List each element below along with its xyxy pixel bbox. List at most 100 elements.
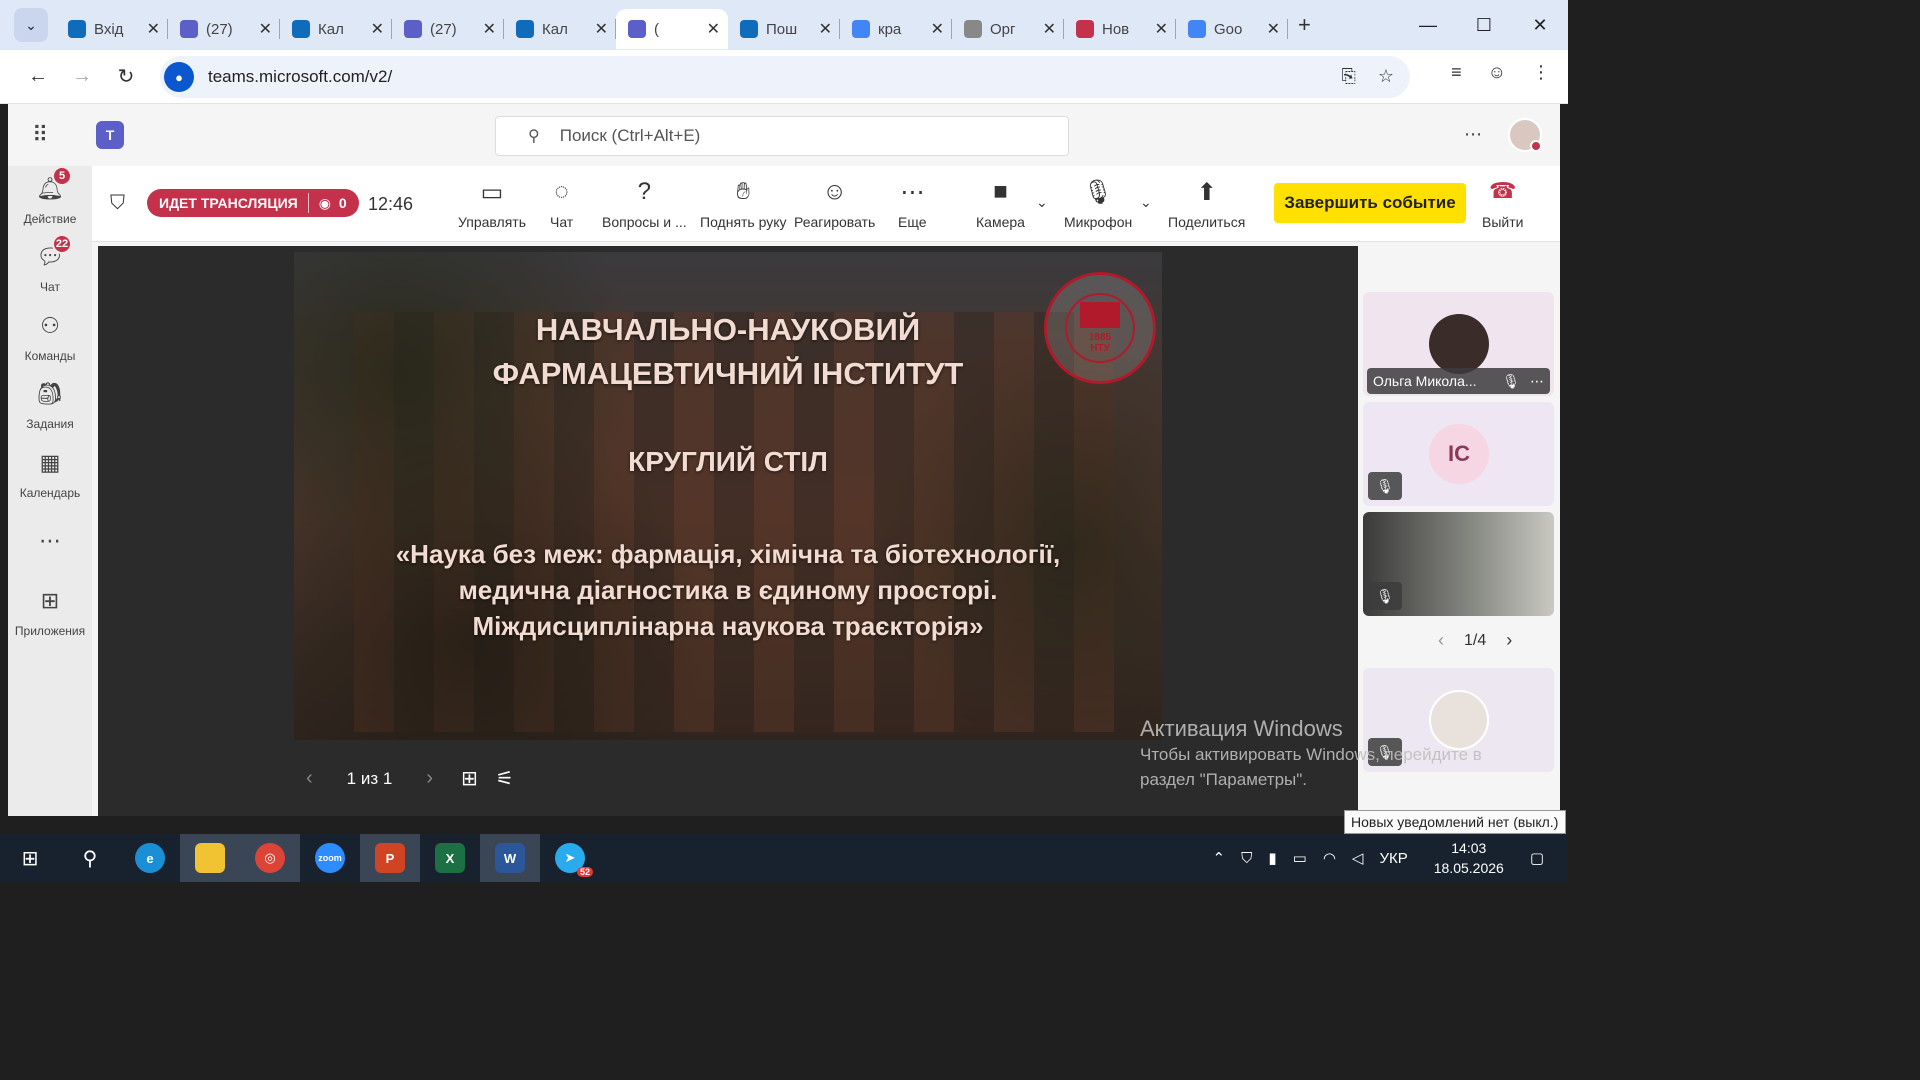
next-page-chevron-icon[interactable]: › [1506,630,1512,651]
slide-settings-icon[interactable]: ⚟ [496,766,514,791]
close-tab-icon[interactable]: ✕ [483,19,496,39]
close-tab-icon[interactable]: ✕ [1043,19,1056,39]
powerpoint-icon[interactable]: P [360,834,420,882]
browser-tab[interactable]: Орг ✕ [952,9,1064,49]
rail-label: Календарь [19,486,81,500]
battery-icon[interactable]: ▭ [1293,849,1307,867]
zoom-icon[interactable]: zoom [300,834,360,882]
start-button[interactable]: ⊞ [0,834,60,882]
clock[interactable]: 14:03 18.05.2026 [1434,838,1504,878]
close-tab-icon[interactable]: ✕ [371,19,384,39]
manage-label: Управлять [458,214,526,230]
participant-tile[interactable]: 🎙︎ [1363,512,1554,616]
browser-tab[interactable]: Нов ✕ [1064,9,1176,49]
more-actions-button[interactable]: ⋯ Еще [898,178,927,230]
rail-item-apps[interactable]: ⊞ Приложения [8,588,92,638]
close-tab-icon[interactable]: ✕ [1267,19,1280,39]
camera-options-chevron-icon[interactable]: ⌄ [1036,194,1048,211]
participant-tile[interactable]: IC 🎙︎ [1363,402,1554,506]
browser-menu-icon[interactable]: ⋮ [1532,62,1550,83]
more-label: Еще [898,214,927,230]
browser-tab[interactable]: Кал ✕ [504,9,616,49]
close-tab-icon[interactable]: ✕ [259,19,272,39]
close-tab-icon[interactable]: ✕ [707,19,720,39]
forward-button[interactable]: → [60,55,104,99]
volume-icon[interactable]: ◁ [1352,849,1364,867]
rail-item-assignments[interactable]: 🎒︎ Задания [8,381,92,431]
manage-button[interactable]: ▭ Управлять [458,178,526,230]
chat-button[interactable]: ◌ Чат [550,178,573,230]
wifi-icon[interactable]: ◠ [1323,849,1336,867]
new-tab-button[interactable]: + [1298,12,1311,38]
tab-search-button[interactable]: ⌄ [14,8,48,42]
reload-button[interactable]: ↻ [104,55,148,99]
mic-button[interactable]: 🎙︎ Микрофон [1064,178,1132,230]
grid-view-icon[interactable]: ⊞ [461,766,478,791]
close-tab-icon[interactable]: ✕ [931,19,944,39]
browser-tab[interactable]: (✕ [616,9,728,49]
chrome-icon[interactable]: ◎ [240,834,300,882]
word-icon[interactable]: W [480,834,540,882]
qa-button[interactable]: ? Вопросы и ... [602,178,687,230]
close-tab-icon[interactable]: ✕ [595,19,608,39]
media-controls-icon[interactable]: ≡ [1451,62,1462,83]
share-button[interactable]: ⬆ Поделиться [1168,178,1245,230]
end-event-button[interactable]: Завершить событие [1274,183,1466,223]
telegram-icon[interactable]: ➤ 52 [540,834,600,882]
settings-more-icon[interactable]: ⋯ [1464,124,1484,145]
qa-label: Вопросы и ... [602,214,687,230]
user-avatar[interactable] [1508,118,1542,152]
prev-slide-chevron-icon[interactable]: ‹ [306,767,313,790]
edge-icon[interactable]: e [120,834,180,882]
raise-hand-button[interactable]: ✋︎ Поднять руку [700,178,787,230]
meeting-toolbar: ⛉ ИДЕТ ТРАНСЛЯЦИЯ ◉ 0 12:46 ▭ Управлять … [92,166,1560,242]
taskbar-search-icon[interactable]: ⚲ [60,834,120,882]
mic-options-chevron-icon[interactable]: ⌄ [1140,194,1152,211]
maximize-button[interactable]: ☐ [1456,0,1512,50]
rail-label: Команды [24,349,76,363]
browser-tab[interactable]: кра ✕ [840,9,952,49]
close-tab-icon[interactable]: ✕ [1155,19,1168,39]
mic-tray-icon[interactable]: ▮ [1268,849,1276,867]
rail-item-chat[interactable]: 💬︎ 22 Чат [8,234,92,294]
next-slide-chevron-icon[interactable]: › [426,767,433,790]
excel-icon[interactable]: X [420,834,480,882]
browser-tab[interactable]: Кал ✕ [280,9,392,49]
browser-tab[interactable]: Вхід ✕ [56,9,168,49]
rail-item-activity[interactable]: 🔔︎ 5 Действие [8,166,92,226]
participant-name-bar: Ольга Микола... 🎙︎ ⋯ [1367,368,1550,394]
system-tray: ⌃ ⛉ ▮ ▭ ◠ ◁ УКР 14:03 18.05.2026 ▢ [1205,834,1568,882]
bookmark-star-icon[interactable]: ☆ [1378,66,1394,87]
rail-item-teams[interactable]: ⚇ Команды [8,313,92,363]
search-input[interactable]: ⚲ Поиск (Ctrl+Alt+E) [495,116,1069,156]
address-bar[interactable]: ● teams.microsoft.com/v2/ ⎘ ☆ [160,56,1410,98]
security-icon[interactable]: ⛉ [1241,850,1252,867]
camera-button[interactable]: ■ Камера [976,178,1025,230]
profile-icon[interactable]: ☺ [1488,62,1506,83]
file-explorer-icon[interactable] [180,834,240,882]
notifications-icon[interactable]: ▢ [1530,849,1544,867]
close-tab-icon[interactable]: ✕ [147,19,160,39]
close-window-button[interactable]: ✕ [1512,0,1568,50]
participant-more-icon[interactable]: ⋯ [1530,373,1544,390]
shield-icon[interactable]: ⛉ [110,192,125,215]
app-launcher-icon[interactable]: ⠿ [32,122,72,148]
rail-item-calendar[interactable]: ▦ Календарь [8,450,92,500]
back-button[interactable]: ← [16,55,60,99]
mic-icon[interactable]: ● [164,62,194,92]
browser-tab[interactable]: Goo ✕ [1176,9,1288,49]
leave-button[interactable]: ☎ Выйти [1482,178,1523,230]
install-app-icon[interactable]: ⎘ [1341,66,1355,87]
minimize-button[interactable]: — [1400,0,1456,50]
tray-chevron-icon[interactable]: ⌃ [1213,849,1226,867]
browser-tab[interactable]: (27) ✕ [168,9,280,49]
close-tab-icon[interactable]: ✕ [819,19,832,39]
prev-page-chevron-icon[interactable]: ‹ [1438,630,1444,651]
language-indicator[interactable]: УКР [1379,850,1407,867]
url-text[interactable]: teams.microsoft.com/v2/ [208,67,392,87]
react-button[interactable]: ☺ Реагировать [794,178,875,230]
participant-tile[interactable]: Ольга Микола... 🎙︎ ⋯ [1363,292,1554,396]
rail-item-more[interactable]: ⋯ [8,528,92,558]
browser-tab[interactable]: (27) ✕ [392,9,504,49]
browser-tab[interactable]: Пош ✕ [728,9,840,49]
